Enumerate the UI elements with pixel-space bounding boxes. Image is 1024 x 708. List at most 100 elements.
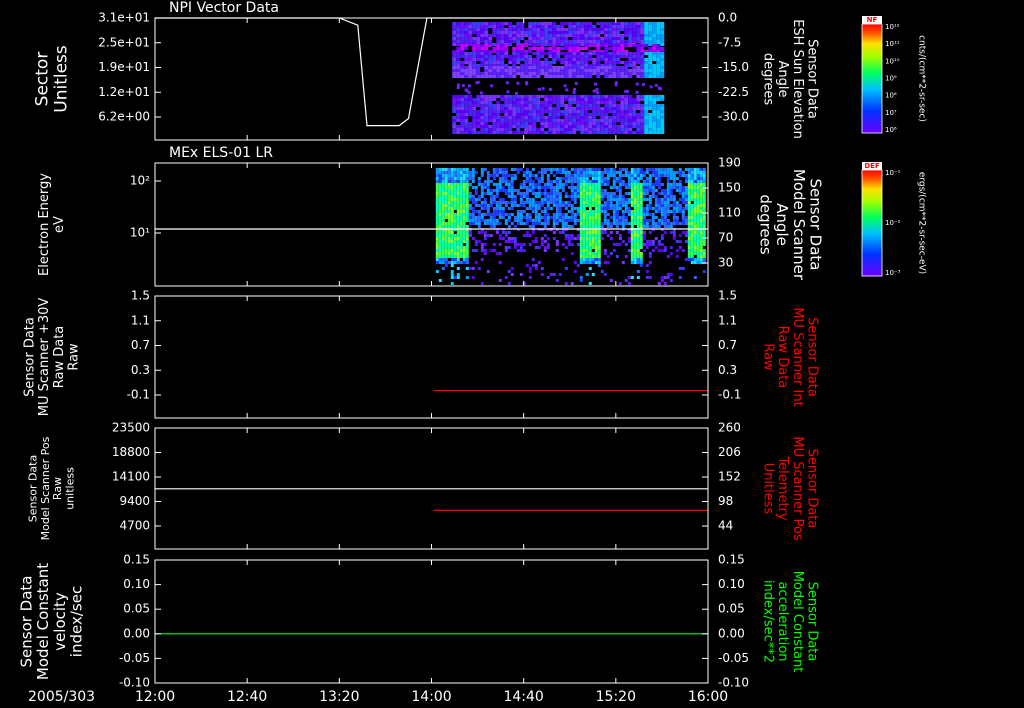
els-cell bbox=[588, 243, 592, 246]
els-cell bbox=[570, 186, 574, 189]
els-cell bbox=[588, 192, 592, 195]
npi-cell bbox=[644, 40, 649, 43]
els-cell bbox=[435, 237, 439, 240]
npi-cell bbox=[572, 58, 577, 61]
els-cell bbox=[687, 195, 691, 198]
npi-cell bbox=[536, 113, 541, 116]
els-cell bbox=[657, 210, 661, 213]
els-cell bbox=[687, 207, 691, 210]
npi-cell bbox=[488, 116, 493, 119]
els-cell bbox=[663, 195, 667, 198]
npi-cell bbox=[564, 40, 569, 43]
els-cell bbox=[702, 189, 706, 192]
els-cell bbox=[561, 168, 565, 171]
els-cell bbox=[489, 222, 493, 225]
npi-cell bbox=[528, 47, 533, 50]
els-cell bbox=[657, 171, 661, 174]
npi-cell bbox=[512, 58, 517, 61]
npi-cell bbox=[504, 66, 509, 69]
npi-cell bbox=[656, 122, 661, 125]
els-cell bbox=[555, 204, 559, 207]
els-cell bbox=[633, 177, 637, 180]
els-cell bbox=[567, 174, 571, 177]
npi-cell bbox=[576, 25, 581, 28]
npi-cell bbox=[480, 64, 485, 67]
els-cell bbox=[582, 246, 586, 249]
els-cell bbox=[528, 225, 532, 228]
npi-cell bbox=[640, 125, 645, 128]
els-cell bbox=[447, 171, 451, 174]
els-cell bbox=[672, 231, 676, 234]
els-cell bbox=[582, 183, 586, 186]
els-cell bbox=[582, 189, 586, 192]
npi-cell bbox=[500, 98, 505, 101]
npi-cell bbox=[456, 61, 461, 64]
els-cell bbox=[696, 174, 700, 177]
els-cell bbox=[546, 237, 550, 240]
els-cell bbox=[687, 192, 691, 195]
els-cell bbox=[567, 219, 571, 222]
npi-cell bbox=[548, 47, 553, 50]
mu-scanner-30v-right-axis-title-line: Raw Data bbox=[775, 326, 790, 389]
npi-cell bbox=[652, 98, 657, 101]
els-cell bbox=[492, 219, 496, 222]
els-cell bbox=[630, 261, 634, 264]
npi-cell bbox=[588, 119, 593, 122]
els-cell bbox=[579, 198, 583, 201]
els-cell bbox=[471, 195, 475, 198]
npi-cell bbox=[516, 72, 521, 75]
npi-cell bbox=[620, 125, 625, 128]
els-cell bbox=[636, 219, 640, 222]
els-cell bbox=[492, 213, 496, 216]
els-cell bbox=[510, 213, 514, 216]
els-cell bbox=[471, 180, 475, 183]
npi-cell bbox=[540, 52, 545, 55]
npi-cell bbox=[628, 72, 633, 75]
npi-cell bbox=[608, 119, 613, 122]
npi-cell bbox=[628, 110, 633, 113]
els-cell bbox=[672, 183, 676, 186]
npi-cell bbox=[528, 69, 533, 72]
els-cell bbox=[612, 192, 616, 195]
npi-vector-left-tick-label: 2.5e+01 bbox=[98, 35, 150, 49]
els-cell bbox=[651, 213, 655, 216]
npi-cell bbox=[556, 52, 561, 55]
npi-cell bbox=[596, 113, 601, 116]
els-cell bbox=[594, 240, 598, 243]
npi-cell bbox=[516, 22, 521, 25]
npi-cell bbox=[580, 116, 585, 119]
model-constant-right-tick-label: -0.05 bbox=[718, 651, 749, 665]
npi-cell bbox=[464, 61, 469, 64]
els-cell bbox=[468, 204, 472, 207]
els-cell bbox=[681, 219, 685, 222]
els-cell bbox=[633, 171, 637, 174]
els-cell bbox=[489, 189, 493, 192]
scanner-pos-right-tick-label: 44 bbox=[718, 519, 733, 533]
npi-cell bbox=[532, 47, 537, 50]
els-cell bbox=[447, 195, 451, 198]
els-cell bbox=[591, 273, 595, 276]
npi-cell bbox=[600, 110, 605, 113]
npi-cell bbox=[648, 98, 653, 101]
npi-cell bbox=[564, 113, 569, 116]
els-cell bbox=[546, 222, 550, 225]
npi-cell bbox=[620, 128, 625, 131]
els-cell bbox=[687, 171, 691, 174]
npi-cell bbox=[552, 69, 557, 72]
npi-cell bbox=[544, 101, 549, 104]
els-cell bbox=[687, 168, 691, 171]
els-cell bbox=[516, 219, 520, 222]
npi-cell bbox=[648, 69, 653, 72]
els-cell bbox=[636, 186, 640, 189]
npi-cell bbox=[492, 110, 497, 113]
els-cell bbox=[579, 222, 583, 225]
npi-cell bbox=[468, 113, 473, 116]
npi-cell bbox=[488, 107, 493, 110]
els-cell bbox=[669, 195, 673, 198]
els-cell bbox=[438, 210, 442, 213]
els-cell bbox=[660, 219, 664, 222]
npi-cell bbox=[652, 55, 657, 58]
els-cell bbox=[546, 246, 550, 249]
els-cell bbox=[591, 180, 595, 183]
npi-cell bbox=[472, 116, 477, 119]
